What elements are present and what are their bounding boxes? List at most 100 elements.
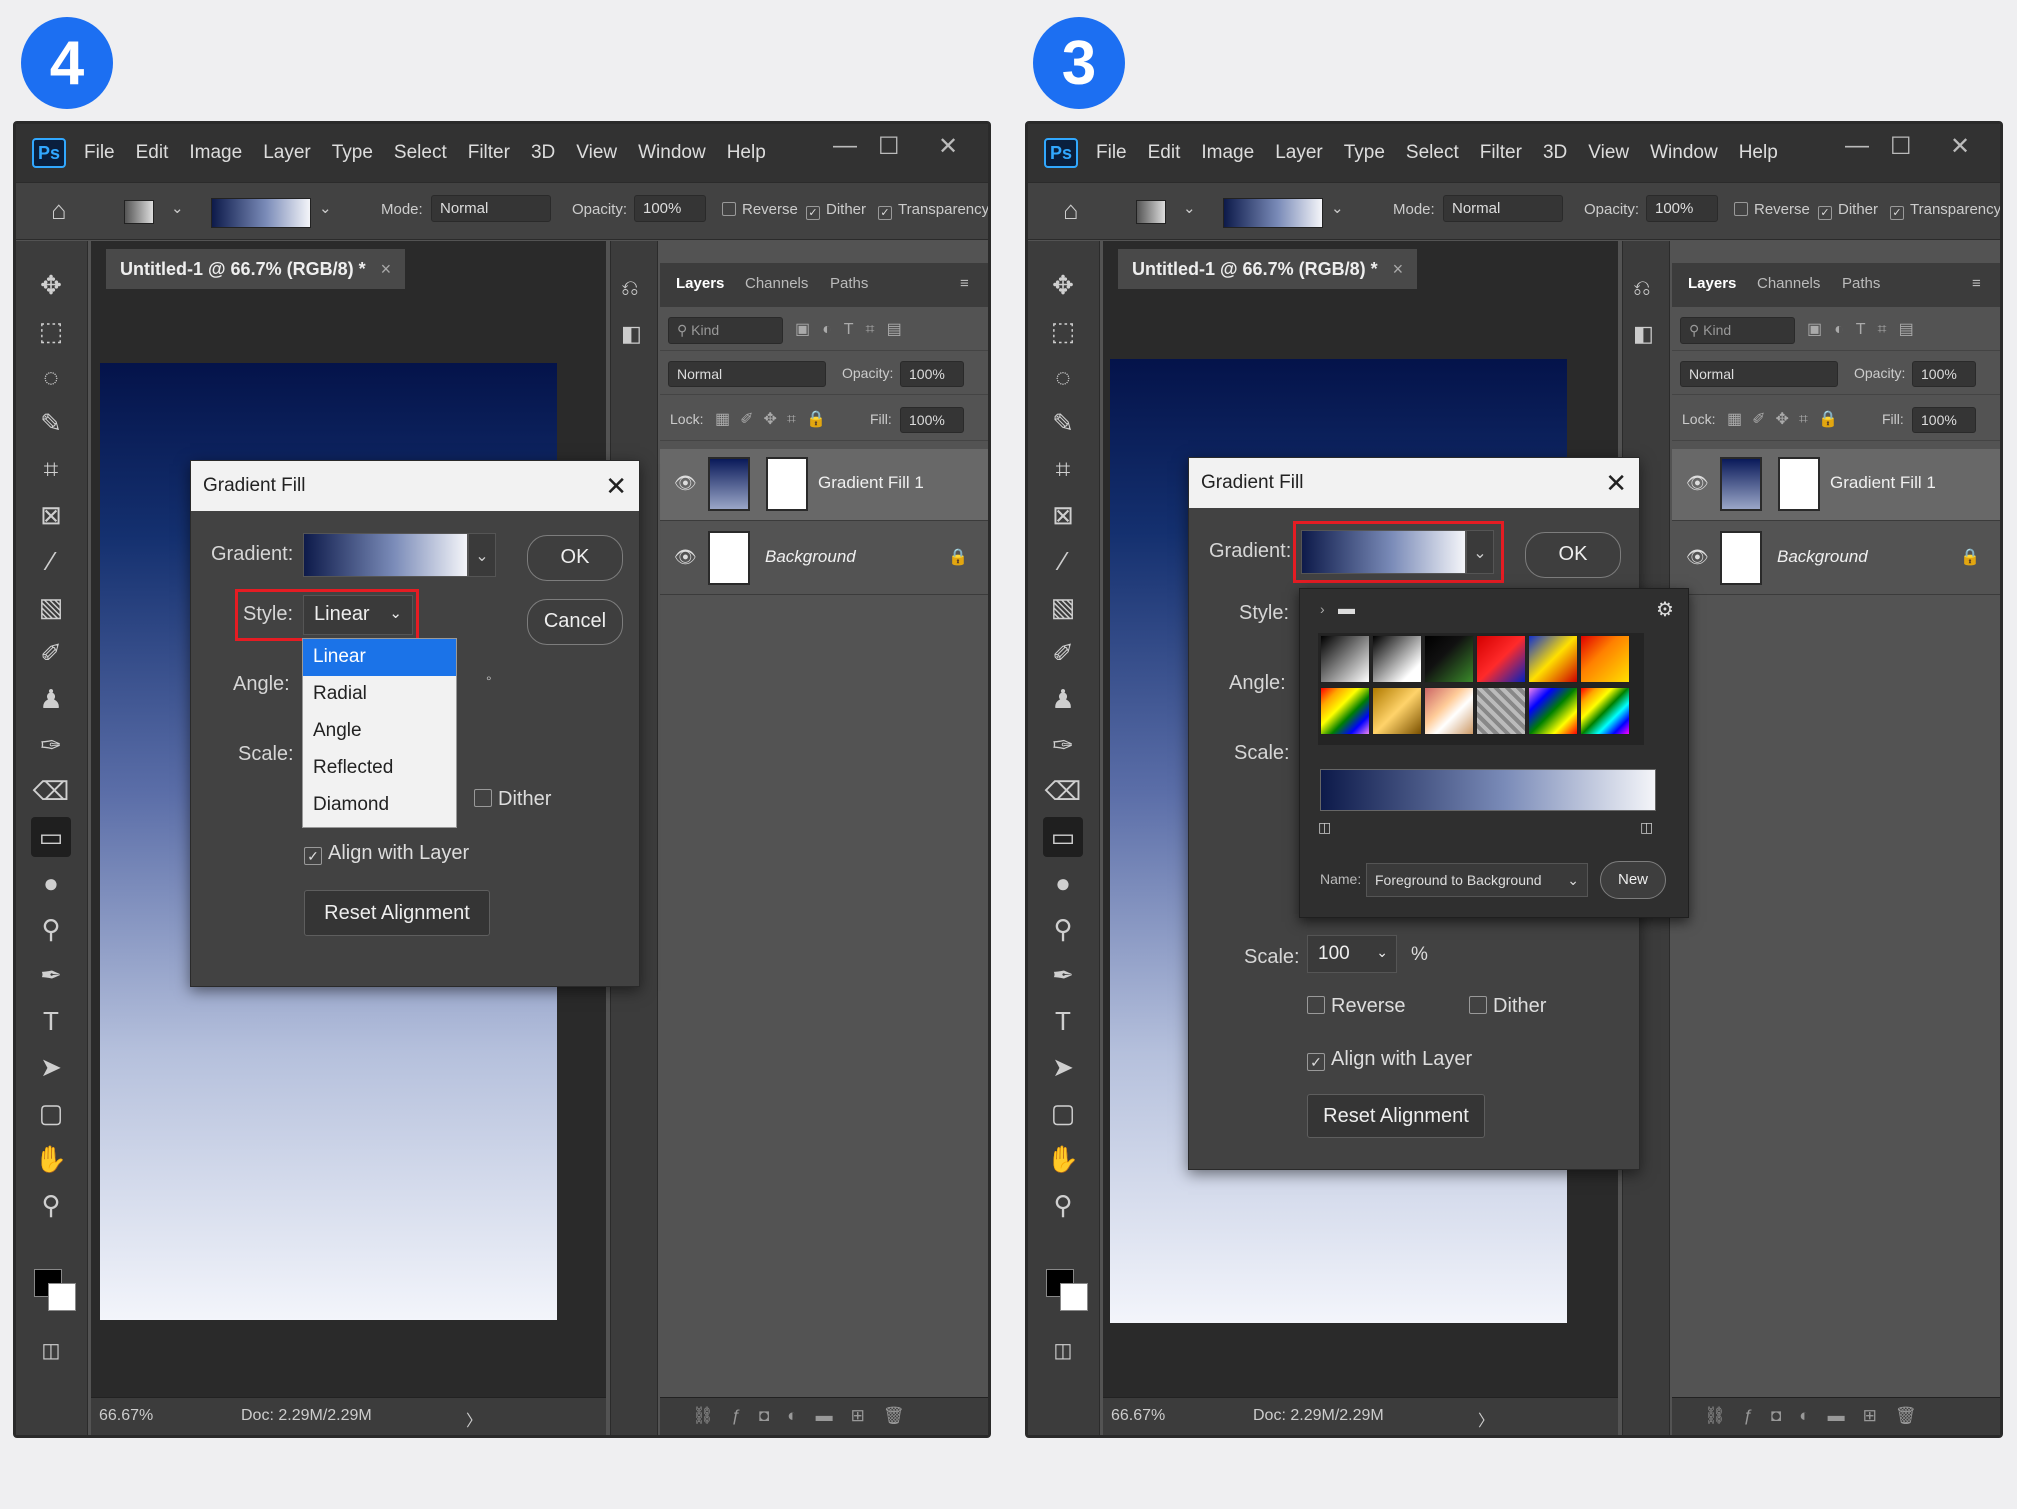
opacity-input[interactable]: 100%	[1646, 195, 1718, 222]
visibility-eye-icon[interactable]: 👁	[674, 547, 697, 568]
type-tool-icon[interactable]: T	[1043, 1001, 1083, 1041]
menu-image[interactable]: Image	[189, 142, 242, 163]
layer-action-icons[interactable]: ⛓ƒ◘◐▬⊞🗑	[1704, 1406, 1934, 1426]
chevron-down-icon[interactable]: ⌄	[319, 199, 332, 217]
layer-opacity-input[interactable]: 100%	[900, 361, 964, 387]
gradient-tool-icon[interactable]: ▭	[31, 817, 71, 857]
reset-alignment-button[interactable]: Reset Alignment	[1307, 1094, 1485, 1138]
menu-select[interactable]: Select	[1406, 142, 1459, 163]
pen-tool-icon[interactable]: ✒	[1043, 955, 1083, 995]
style-option-angle[interactable]: Angle	[303, 713, 456, 750]
opacity-input[interactable]: 100%	[634, 195, 706, 222]
layer-row[interactable]: 👁 Gradient Fill 1	[1672, 449, 2000, 521]
lasso-tool-icon[interactable]: ◌	[1043, 357, 1083, 397]
transparency-checkbox[interactable]: ✓ Transparency	[1890, 201, 2000, 220]
menu-file[interactable]: File	[1096, 142, 1127, 163]
mode-select[interactable]: Normal	[1443, 195, 1563, 222]
preset-swatch[interactable]	[1476, 687, 1526, 735]
preset-swatch[interactable]	[1476, 635, 1526, 683]
dither-checkbox[interactable]: Dither	[474, 788, 551, 811]
color-stop-left-icon[interactable]: ◫	[1318, 819, 1331, 836]
visibility-eye-icon[interactable]: 👁	[1686, 473, 1709, 494]
layer-row[interactable]: 👁 Gradient Fill 1	[660, 449, 988, 521]
layer-row[interactable]: 👁 Background 🔒	[660, 523, 988, 595]
quick-mask-icon[interactable]: ◫	[31, 1331, 71, 1371]
close-icon[interactable]: ✕	[605, 471, 627, 502]
document-tab[interactable]: Untitled-1 @ 66.7% (RGB/8) * ×	[1118, 249, 1418, 289]
history-icon[interactable]: ⎌	[621, 275, 639, 301]
mode-select[interactable]: Normal	[431, 195, 551, 222]
blend-mode-select[interactable]: Normal	[668, 361, 826, 387]
menu-type[interactable]: Type	[332, 142, 373, 163]
preset-swatch[interactable]	[1528, 687, 1578, 735]
hand-tool-icon[interactable]: ✋	[31, 1139, 71, 1179]
maximize-icon[interactable]: ☐	[878, 132, 900, 161]
cancel-button[interactable]: Cancel	[527, 599, 623, 645]
gradient-tool-icon[interactable]	[1136, 200, 1166, 224]
background-color-swatch[interactable]	[48, 1283, 76, 1311]
preset-swatch[interactable]	[1320, 687, 1370, 735]
menu-select[interactable]: Select	[394, 142, 447, 163]
preset-swatch[interactable]	[1424, 687, 1474, 735]
rectangle-tool-icon[interactable]: ▢	[31, 1093, 71, 1133]
zoom-level[interactable]: 66.67%	[99, 1407, 153, 1425]
healing-brush-icon[interactable]: ▧	[1043, 587, 1083, 627]
chevron-down-icon[interactable]: ⌄	[1331, 199, 1344, 217]
style-option-radial[interactable]: Radial	[303, 676, 456, 713]
menu-edit[interactable]: Edit	[136, 142, 169, 163]
reverse-checkbox[interactable]: Reverse	[1734, 201, 1810, 218]
lock-icons[interactable]: ▦✐✥⌗🔒	[1727, 409, 1848, 429]
preset-swatch[interactable]	[1580, 687, 1630, 735]
minimize-icon[interactable]: —	[1845, 132, 1869, 160]
style-option-linear[interactable]: Linear	[303, 639, 456, 676]
panel-menu-icon[interactable]: ≡	[960, 275, 969, 292]
frame-tool-icon[interactable]: ⊠	[1043, 495, 1083, 535]
style-option-diamond[interactable]: Diamond	[303, 787, 456, 824]
layer-name[interactable]: Gradient Fill 1	[818, 473, 924, 493]
stamp-tool-icon[interactable]: ♟	[1043, 679, 1083, 719]
gradient-tool-icon[interactable]: ▭	[1043, 817, 1083, 857]
home-icon[interactable]: ⌂	[51, 195, 67, 226]
properties-icon[interactable]: ◧	[621, 321, 642, 347]
gradient-name-select[interactable]: Foreground to Background ⌄	[1366, 863, 1588, 897]
align-with-layer-checkbox[interactable]: ✓ Align with Layer	[304, 842, 469, 865]
tab-paths[interactable]: Paths	[830, 275, 868, 292]
document-tab[interactable]: Untitled-1 @ 66.7% (RGB/8) * ×	[106, 249, 406, 289]
crop-tool-icon[interactable]: ⌗	[31, 449, 71, 489]
transparency-checkbox[interactable]: ✓ Transparency	[878, 201, 988, 220]
status-arrow-icon[interactable]: 〉	[1478, 1407, 1494, 1431]
move-tool-icon[interactable]: ✥	[1043, 265, 1083, 305]
lock-icons[interactable]: ▦✐✥⌗🔒	[715, 409, 836, 429]
menu-view[interactable]: View	[1588, 142, 1629, 163]
menu-filter[interactable]: Filter	[1480, 142, 1522, 163]
style-option-reflected[interactable]: Reflected	[303, 750, 456, 787]
close-tab-icon[interactable]: ×	[1393, 259, 1404, 279]
stamp-tool-icon[interactable]: ♟	[31, 679, 71, 719]
eyedropper-icon[interactable]: ⁄	[1043, 541, 1083, 581]
eraser-tool-icon[interactable]: ⌫	[31, 771, 71, 811]
preset-swatch[interactable]	[1372, 635, 1422, 683]
panel-menu-icon[interactable]: ≡	[1972, 275, 1981, 292]
blur-tool-icon[interactable]: ●	[31, 863, 71, 903]
preset-swatch[interactable]	[1372, 687, 1422, 735]
crop-tool-icon[interactable]: ⌗	[1043, 449, 1083, 489]
home-icon[interactable]: ⌂	[1063, 195, 1079, 226]
history-brush-icon[interactable]: ✑	[31, 725, 71, 765]
ok-button[interactable]: OK	[527, 535, 623, 581]
tab-channels[interactable]: Channels	[745, 275, 808, 292]
menu-image[interactable]: Image	[1201, 142, 1254, 163]
menu-help[interactable]: Help	[1739, 142, 1778, 163]
visibility-eye-icon[interactable]: 👁	[674, 473, 697, 494]
layer-name[interactable]: Gradient Fill 1	[1830, 473, 1936, 493]
preset-swatch[interactable]	[1424, 635, 1474, 683]
lasso-tool-icon[interactable]: ◌	[31, 357, 71, 397]
history-brush-icon[interactable]: ✑	[1043, 725, 1083, 765]
scale-input[interactable]: 100 ⌄	[1307, 935, 1397, 973]
dodge-tool-icon[interactable]: ⚲	[1043, 909, 1083, 949]
tab-layers[interactable]: Layers	[1688, 275, 1736, 292]
kind-filter[interactable]: ⚲ Kind	[668, 317, 783, 344]
gear-icon[interactable]: ⚙	[1656, 597, 1674, 622]
fill-input[interactable]: 100%	[900, 407, 964, 433]
chevron-down-icon[interactable]: ⌄	[468, 533, 496, 577]
zoom-level[interactable]: 66.67%	[1111, 1407, 1165, 1425]
